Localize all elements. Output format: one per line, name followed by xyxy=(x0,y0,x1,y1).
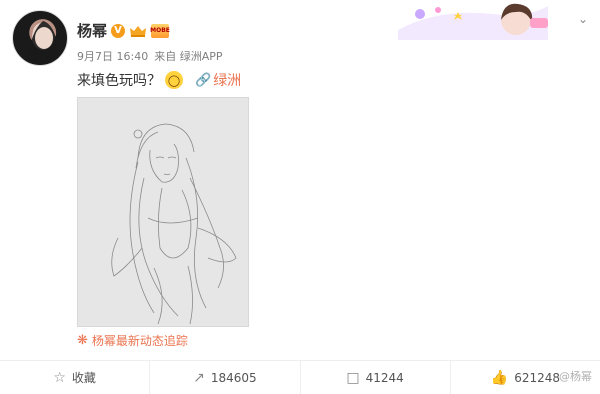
link-icon: 🔗 xyxy=(195,72,212,88)
action-toolbar: ☆ 收藏 ↗ 184605 □ 41244 👍 621248 xyxy=(0,361,600,394)
card-decoration-icon xyxy=(398,3,548,40)
repost-icon: ↗ xyxy=(193,369,205,386)
username[interactable]: 杨幂 xyxy=(77,20,107,41)
favorite-label: 收藏 xyxy=(71,371,96,385)
name-row: 杨幂 V MOBE xyxy=(77,20,170,41)
watermark: @杨幂 xyxy=(559,370,592,383)
repost-count: 184605 xyxy=(210,370,257,385)
star-icon: ☆ xyxy=(53,369,66,386)
post-text: 来填色玩吗？ xyxy=(77,73,161,89)
sparkle-icon: ❋ xyxy=(77,333,88,348)
post-image[interactable] xyxy=(77,97,249,327)
favorite-button[interactable]: ☆ 收藏 xyxy=(0,361,151,394)
post-source[interactable]: 来自 绿洲APP xyxy=(154,48,222,64)
tracker-label: 杨幂最新动态追踪 xyxy=(91,334,188,348)
verified-icon: V xyxy=(111,23,126,38)
post-content: 来填色玩吗？ ◯ 🔗 绿洲 xyxy=(77,70,241,90)
avatar[interactable] xyxy=(12,10,68,66)
comment-icon: □ xyxy=(346,369,360,386)
comment-button[interactable]: □ 41244 xyxy=(301,361,451,394)
post-time[interactable]: 9月7日 16:40 xyxy=(77,48,148,64)
like-icon: 👍 xyxy=(490,369,509,386)
vip-crown-icon xyxy=(130,25,147,37)
member-badge: MOBE xyxy=(150,23,170,38)
chevron-down-icon[interactable]: ⌄ xyxy=(578,12,588,26)
topic-link[interactable]: 🔗 绿洲 xyxy=(195,70,241,90)
post-meta: 9月7日 16:40 来自 绿洲APP xyxy=(77,48,223,64)
topic-label: 绿洲 xyxy=(213,73,242,89)
like-count: 621248 xyxy=(514,370,560,385)
dynamic-tracker-link[interactable]: ❋ 杨幂最新动态追踪 xyxy=(77,332,188,349)
comment-count: 41244 xyxy=(365,370,404,385)
scream-emoji-icon: ◯ xyxy=(165,71,183,89)
repost-button[interactable]: ↗ 184605 xyxy=(150,361,301,394)
